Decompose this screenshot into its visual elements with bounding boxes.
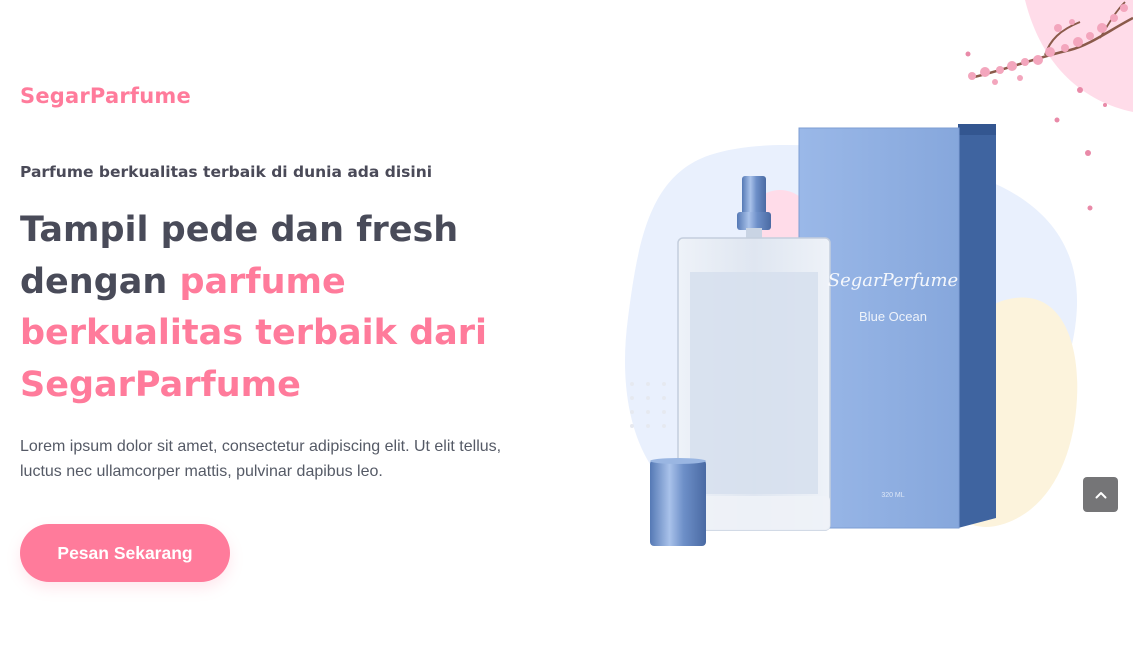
hero-tagline: Parfume berkualitas terbaik di dunia ada…: [20, 163, 433, 181]
box-variant-label: Blue Ocean: [859, 309, 927, 324]
chevron-up-icon: [1095, 487, 1107, 502]
landing-page: SegarParfume Parfume berkualitas terbaik…: [0, 0, 1133, 672]
order-now-button[interactable]: Pesan Sekarang: [20, 524, 230, 582]
hero-headline: Tampil pede dan fresh dengan parfume ber…: [20, 205, 580, 411]
hero-illustration: SegarPerfume Blue Ocean 320 ML: [580, 0, 1133, 672]
box-volume-label: 320 ML: [881, 492, 905, 499]
hero-description: Lorem ipsum dolor sit amet, consectetur …: [20, 438, 502, 480]
scroll-to-top-button[interactable]: [1083, 477, 1118, 512]
hero-artwork: [624, 0, 1133, 546]
bottle-cap: [650, 458, 706, 546]
brand-logo[interactable]: SegarParfume: [20, 84, 191, 108]
box-brand-label: SegarPerfume: [827, 270, 959, 291]
